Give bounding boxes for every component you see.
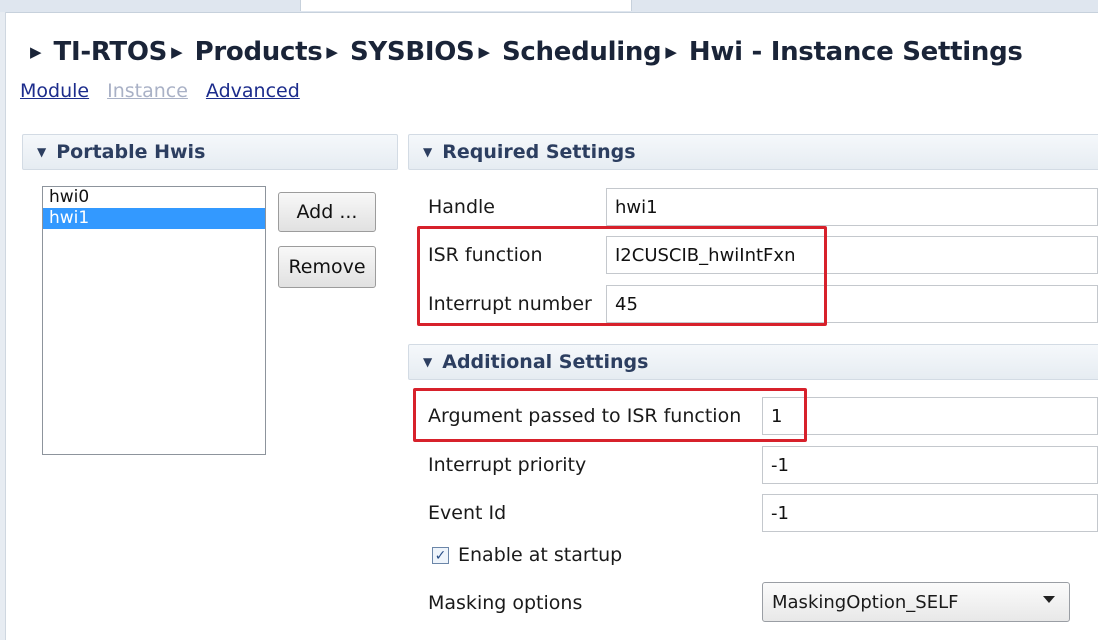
- enable-at-startup-label: Enable at startup: [458, 544, 623, 566]
- breadcrumb-arrow-icon: ▶: [30, 43, 42, 61]
- handle-field[interactable]: hwi1: [606, 188, 1098, 226]
- additional-settings-title: Additional Settings: [442, 351, 649, 373]
- masking-options-value: MaskingOption_SELF: [772, 591, 959, 613]
- breadcrumb: ▶ TI-RTOS ▶ Products ▶ SYSBIOS ▶ Schedul…: [30, 32, 1023, 72]
- collapse-triangle-icon: ▼: [423, 145, 433, 159]
- interrupt-priority-field[interactable]: -1: [762, 446, 1098, 484]
- portable-hwis-header[interactable]: ▼ Portable Hwis: [22, 134, 398, 170]
- list-item-hwi1[interactable]: hwi1: [43, 208, 265, 229]
- advanced-link[interactable]: Advanced: [206, 80, 300, 102]
- portable-hwis-title: Portable Hwis: [56, 141, 206, 163]
- add-button[interactable]: Add ...: [278, 192, 376, 232]
- handle-label: Handle: [428, 196, 496, 218]
- interrupt-number-field[interactable]: 45: [606, 285, 1098, 323]
- argument-field[interactable]: 1: [762, 397, 1098, 435]
- breadcrumb-arrow-icon: ▶: [171, 43, 183, 61]
- event-id-label: Event Id: [428, 502, 507, 524]
- argument-label: Argument passed to ISR function: [428, 405, 742, 427]
- module-link[interactable]: Module: [20, 80, 89, 102]
- window-top-tab: [300, 0, 632, 11]
- breadcrumb-hwi-instance-settings[interactable]: Hwi - Instance Settings: [689, 37, 1023, 67]
- breadcrumb-products[interactable]: Products: [195, 37, 323, 67]
- page-links: Module Instance Advanced: [20, 80, 300, 102]
- required-settings-title: Required Settings: [442, 141, 636, 163]
- additional-settings-header[interactable]: ▼ Additional Settings: [408, 344, 1098, 380]
- dropdown-arrow-icon: [1043, 596, 1055, 603]
- interrupt-priority-label: Interrupt priority: [428, 454, 587, 476]
- isr-function-field[interactable]: I2CUSCIB_hwiIntFxn: [606, 236, 1098, 274]
- hwi-list[interactable]: hwi0 hwi1: [42, 186, 266, 455]
- breadcrumb-ti-rtos[interactable]: TI-RTOS: [54, 37, 168, 67]
- masking-options-select[interactable]: MaskingOption_SELF: [762, 582, 1070, 622]
- instance-link: Instance: [107, 80, 188, 102]
- enable-at-startup-checkbox[interactable]: ✓: [432, 547, 449, 564]
- required-settings-header[interactable]: ▼ Required Settings: [408, 134, 1098, 170]
- interrupt-number-label: Interrupt number: [428, 293, 592, 315]
- breadcrumb-arrow-icon: ▶: [478, 43, 490, 61]
- breadcrumb-sysbios[interactable]: SYSBIOS: [350, 37, 475, 67]
- isr-function-label: ISR function: [428, 244, 543, 266]
- breadcrumb-arrow-icon: ▶: [326, 43, 338, 61]
- window-left-edge: [0, 12, 6, 640]
- collapse-triangle-icon: ▼: [37, 145, 47, 159]
- event-id-field[interactable]: -1: [762, 494, 1098, 532]
- breadcrumb-scheduling[interactable]: Scheduling: [502, 37, 662, 67]
- list-item-hwi0[interactable]: hwi0: [43, 187, 265, 208]
- masking-options-label: Masking options: [428, 592, 583, 614]
- breadcrumb-arrow-icon: ▶: [665, 43, 677, 61]
- collapse-triangle-icon: ▼: [423, 355, 433, 369]
- remove-button[interactable]: Remove: [278, 246, 376, 288]
